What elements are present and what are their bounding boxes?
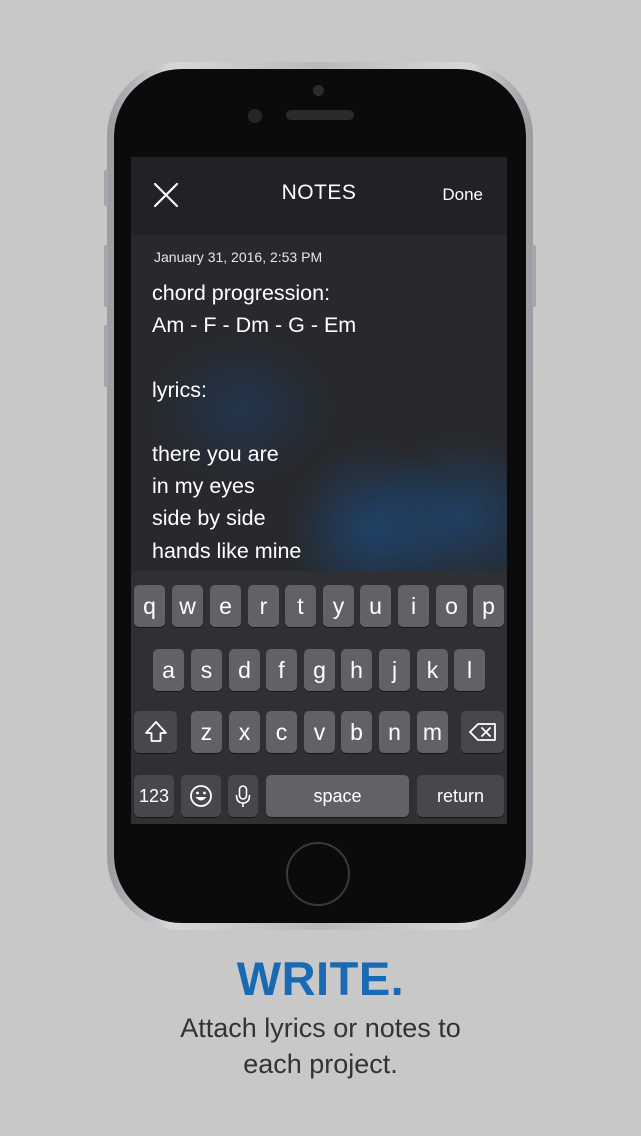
key-g[interactable]: g (304, 649, 335, 691)
navbar: NOTES Done (131, 157, 507, 235)
key-f[interactable]: f (266, 649, 297, 691)
phone-side-button (104, 245, 108, 307)
note-line: side by side (152, 506, 266, 531)
key-p[interactable]: p (473, 585, 504, 627)
microphone-icon (235, 785, 251, 807)
emoji-key[interactable] (181, 775, 221, 817)
shift-icon (144, 721, 167, 742)
front-camera-icon (248, 109, 262, 123)
note-line: chord progression: (152, 281, 331, 305)
key-v[interactable]: v (304, 711, 335, 753)
key-z[interactable]: z (191, 711, 222, 753)
emoji-icon (190, 785, 212, 807)
done-button[interactable]: Done (442, 185, 483, 205)
caption-title: WRITE. (236, 952, 405, 1005)
key-b[interactable]: b (341, 711, 372, 753)
key-a[interactable]: a (153, 649, 184, 691)
microphone-key[interactable] (228, 775, 258, 817)
key-s[interactable]: s (191, 649, 222, 691)
numbers-key[interactable]: 123 (134, 775, 174, 817)
phone-side-button (104, 325, 108, 387)
note-line: there you are (152, 441, 279, 466)
key-c[interactable]: c (266, 711, 297, 753)
note-line: in my eyes (152, 474, 255, 499)
note-line: lyrics: (152, 377, 207, 402)
note-line (152, 406, 492, 438)
key-w[interactable]: w (172, 585, 203, 627)
key-k[interactable]: k (417, 649, 448, 691)
return-key[interactable]: return (417, 775, 504, 817)
key-t[interactable]: t (285, 585, 316, 627)
note-timestamp: January 31, 2016, 2:53 PM (154, 249, 323, 265)
keyboard: q w e r t y u i o p a s d f g h j k l z … (131, 571, 507, 824)
caption-text: Attach lyrics or notes to each project. (0, 1010, 641, 1082)
key-x[interactable]: x (229, 711, 260, 753)
camera-icon (313, 85, 324, 96)
key-n[interactable]: n (379, 711, 410, 753)
caption-line: each project. (243, 1049, 398, 1079)
home-button[interactable] (286, 842, 350, 906)
note-line: hands like mine (152, 538, 302, 563)
key-y[interactable]: y (323, 585, 354, 627)
key-i[interactable]: i (398, 585, 429, 627)
phone-side-button (104, 170, 108, 206)
key-u[interactable]: u (360, 585, 391, 627)
caption-line: Attach lyrics or notes to (180, 1013, 461, 1043)
note-line: Am - F - Dm - G - Em (152, 313, 357, 338)
key-d[interactable]: d (229, 649, 260, 691)
backspace-key[interactable] (461, 711, 504, 753)
key-q[interactable]: q (134, 585, 165, 627)
speaker-grille (286, 110, 354, 120)
note-line (152, 341, 492, 373)
key-e[interactable]: e (210, 585, 241, 627)
key-h[interactable]: h (341, 649, 372, 691)
key-m[interactable]: m (417, 711, 448, 753)
app-screen: NOTES Done January 31, 2016, 2:53 PM cho… (131, 157, 507, 824)
key-j[interactable]: j (379, 649, 410, 691)
shift-key[interactable] (134, 711, 177, 753)
note-text-area[interactable]: chord progression: Am - F - Dm - G - Em … (152, 277, 492, 567)
key-o[interactable]: o (436, 585, 467, 627)
phone-side-button (532, 245, 536, 307)
key-l[interactable]: l (454, 649, 485, 691)
key-r[interactable]: r (248, 585, 279, 627)
backspace-icon (468, 723, 496, 741)
space-key[interactable]: space (266, 775, 409, 817)
